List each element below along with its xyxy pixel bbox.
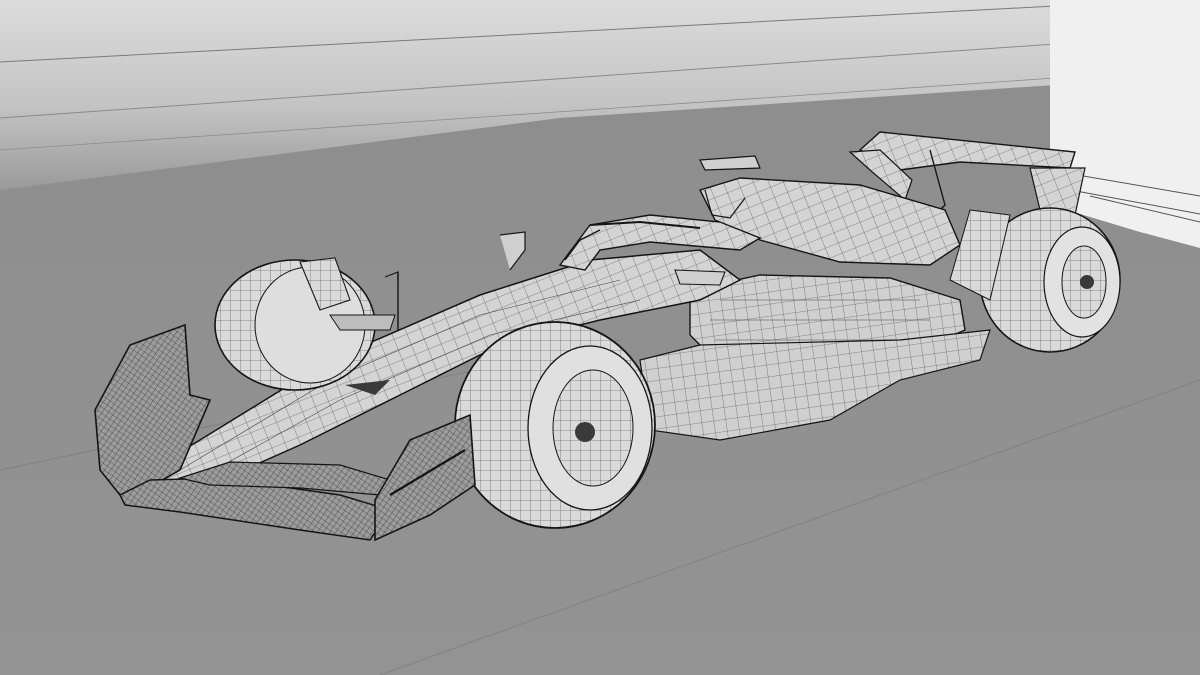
render-canvas [0, 0, 1200, 675]
front-right-tyre [454, 321, 656, 529]
wheel-hub [575, 422, 595, 442]
mirror [674, 269, 726, 286]
render-viewport [0, 0, 1200, 675]
